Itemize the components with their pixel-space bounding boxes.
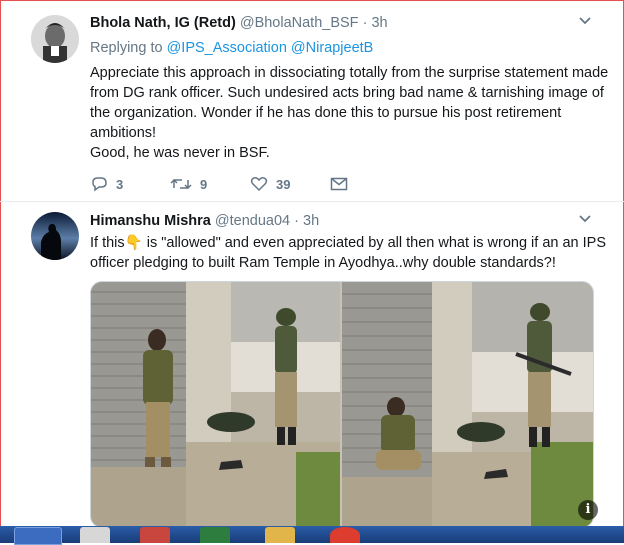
chevron-down-icon[interactable] — [578, 13, 592, 29]
reply-button[interactable]: 3 — [90, 176, 170, 192]
display-name[interactable]: Himanshu Mishra — [90, 213, 211, 229]
tweet-photo[interactable] — [90, 281, 594, 528]
reply-handle-link[interactable]: @NirapjeetB — [291, 40, 373, 56]
tweet-header: Bhola Nath, IG (Retd) @BholaNath_BSF · 3… — [90, 15, 388, 31]
avatar[interactable] — [31, 212, 79, 260]
tweet-header: Himanshu Mishra @tendua04 · 3h — [90, 213, 319, 229]
timestamp[interactable]: 3h — [371, 15, 387, 31]
display-name[interactable]: Bhola Nath, IG (Retd) — [90, 15, 236, 31]
tweet-text-line: from DG rank officer. Such undesired act… — [90, 85, 604, 101]
word-app-icon[interactable] — [14, 527, 62, 545]
tweet-bholanath[interactable]: Bhola Nath, IG (Retd) @BholaNath_BSF · 3… — [0, 0, 624, 201]
heart-icon — [250, 176, 268, 192]
pointing-down-emoji: 👇 — [124, 235, 143, 251]
replying-to: Replying to @IPS_Association @NirapjeetB — [90, 40, 373, 56]
tweet-text-part: If this — [90, 235, 125, 251]
user-handle[interactable]: @tendua04 — [215, 213, 290, 229]
windows-taskbar — [0, 526, 624, 545]
retweet-button[interactable]: 9 — [170, 176, 250, 192]
envelope-icon — [330, 177, 348, 191]
info-icon[interactable]: i — [578, 500, 598, 520]
tweet-text-line: ambitions! — [90, 125, 157, 141]
retweet-icon — [170, 176, 192, 192]
tweet-text-line: Appreciate this approach in dissociating… — [90, 65, 609, 81]
reply-icon — [90, 176, 108, 192]
tweet-text-line: Good, he was never in BSF. — [90, 145, 270, 161]
like-count: 39 — [276, 176, 291, 192]
tweet-text-part: is "allowed" and even appreciated by all… — [142, 235, 607, 251]
excel-app-icon[interactable] — [200, 527, 230, 543]
reply-count: 3 — [116, 176, 124, 192]
separator: · — [294, 213, 299, 229]
tweet-text: Appreciate this approach in dissociating… — [90, 63, 615, 163]
replying-to-label: Replying to — [90, 40, 163, 56]
tweet-text-line: If this👇 is "allowed" and even appreciat… — [90, 233, 615, 253]
like-button[interactable]: 39 — [250, 176, 330, 192]
folder-app-icon[interactable] — [265, 527, 295, 543]
dm-button[interactable] — [330, 177, 348, 191]
retweet-count: 9 — [200, 176, 208, 192]
avatar[interactable] — [31, 15, 79, 63]
reply-handle-link[interactable]: @IPS_Association — [167, 40, 287, 56]
chevron-down-icon[interactable] — [578, 211, 592, 227]
app-icon[interactable] — [140, 527, 170, 543]
chrome-app-icon[interactable] — [330, 527, 360, 543]
tweet-text-line: officer pledging to built Ram Temple in … — [90, 255, 556, 271]
user-handle[interactable]: @BholaNath_BSF — [240, 15, 359, 31]
tweet-text: If this👇 is "allowed" and even appreciat… — [90, 233, 615, 273]
pdf-app-icon[interactable] — [80, 527, 110, 543]
separator: · — [362, 15, 368, 31]
timestamp[interactable]: 3h — [303, 213, 319, 229]
tweet-actions: 3 9 39 — [90, 176, 348, 192]
tweet-himanshu[interactable]: Himanshu Mishra @tendua04 · 3h If this👇 … — [0, 202, 624, 532]
tweet-text-line: the organization. Wonder if he has done … — [90, 105, 562, 121]
